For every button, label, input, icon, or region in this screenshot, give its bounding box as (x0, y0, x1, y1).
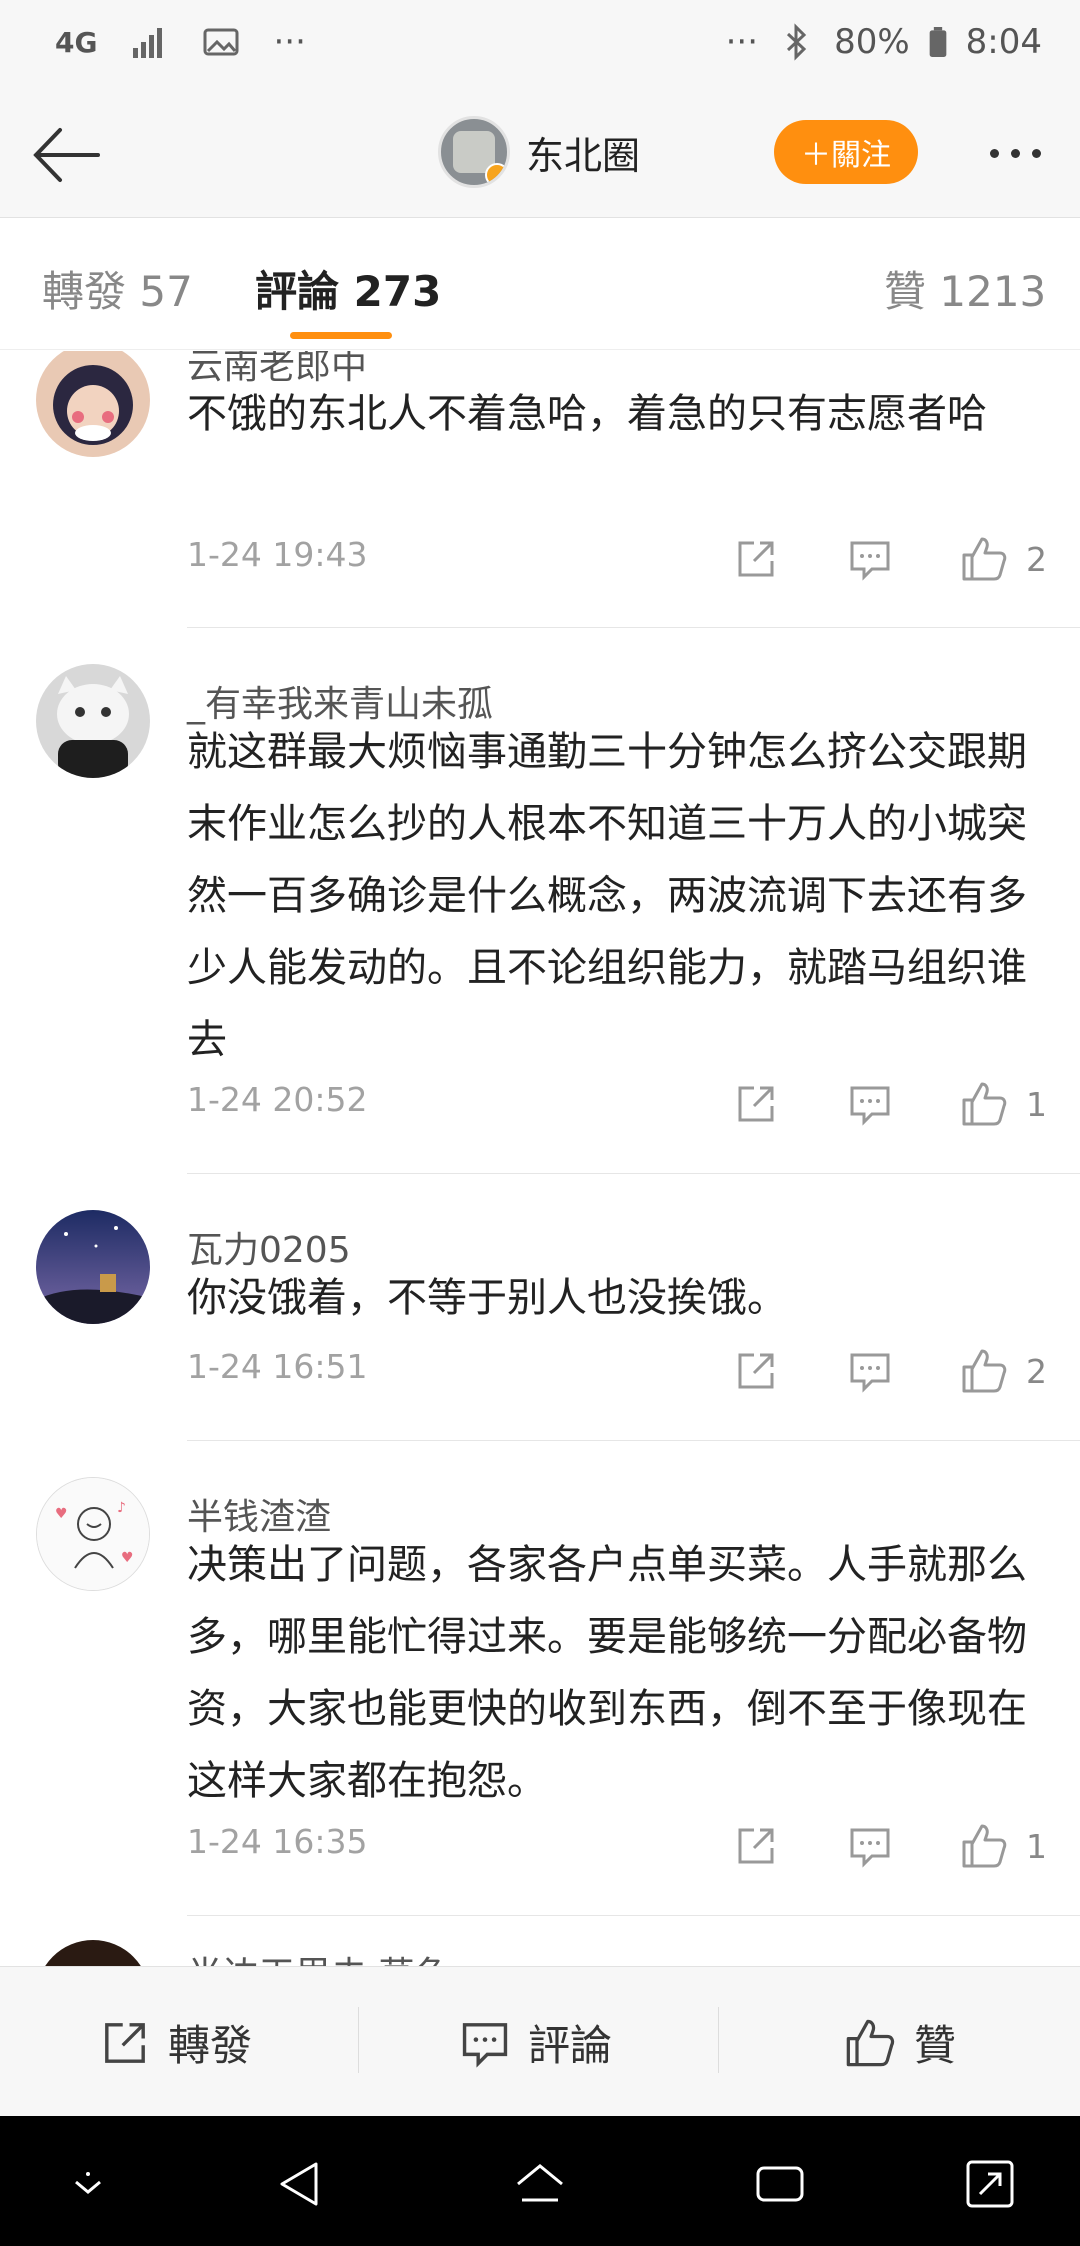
comment-text: 你没饿着，不等于别人也没挨饿。 (187, 1275, 787, 1321)
like-icon[interactable] (956, 531, 1012, 587)
comment-icon (462, 2022, 508, 2068)
like-count: 2 (1026, 1351, 1047, 1391)
more-status-icon: ··· (725, 22, 759, 62)
expand-icon[interactable] (962, 2156, 1018, 2212)
share-icon[interactable] (728, 1076, 784, 1132)
like-icon[interactable] (956, 1343, 1012, 1399)
avatar[interactable]: ♥ ♥ ♪ (36, 1477, 150, 1591)
like-button[interactable]: 贊 (844, 2012, 956, 2073)
time-label: 8:04 (965, 22, 1042, 62)
reply-icon[interactable] (842, 1076, 898, 1132)
tab-comments[interactable]: 評論 273 (255, 258, 441, 319)
comment-actions: 2 (728, 531, 1047, 587)
network-label: 4G (55, 25, 98, 59)
svg-text:♥: ♥ (55, 1506, 68, 1522)
divider (187, 1915, 1080, 1916)
divider (187, 1440, 1080, 1441)
more-dots-icon[interactable] (975, 128, 1055, 178)
divider (718, 2007, 719, 2073)
like-count: 1 (1026, 1826, 1047, 1866)
status-bar: 4G ··· ··· 80% 8:04 (0, 0, 1080, 90)
like-icon (846, 2019, 895, 2066)
comment-text: 不饿的东北人不着急哈，着急的只有志愿者哈 (187, 391, 987, 437)
bluetooth-icon (787, 23, 807, 61)
avatar[interactable] (36, 1210, 150, 1324)
avatar[interactable] (36, 1940, 150, 1966)
share-icon[interactable] (728, 1343, 784, 1399)
comment-time: 1-24 16:51 (187, 1347, 368, 1386)
divider (358, 2007, 359, 2073)
signal-icon (133, 28, 163, 58)
reply-icon[interactable] (842, 1818, 898, 1874)
image-icon (203, 28, 239, 56)
recent-apps-icon[interactable] (752, 2156, 808, 2212)
comment-actions: 1 (728, 1818, 1047, 1874)
more-status-icon: ··· (273, 22, 306, 62)
comment-text: 就这群最大烦恼事通勤三十分钟怎么挤公交跟期末作业怎么抄的人根本不知道三十万人的小… (187, 729, 1027, 1063)
comment-text: 决策出了问题，各家各户点单买菜。人手就那么多，哪里能忙得过来。要是能够统一分配必… (187, 1542, 1027, 1804)
verified-badge-icon (485, 163, 507, 185)
tab-likes[interactable]: 贊 1213 (884, 258, 1046, 319)
like-icon[interactable] (956, 1818, 1012, 1874)
like-icon[interactable] (956, 1076, 1012, 1132)
divider (187, 1173, 1080, 1174)
share-icon[interactable] (728, 531, 784, 587)
tab-bar: 轉發 57 評論 273 贊 1213 (0, 218, 1080, 350)
comment-time: 1-24 20:52 (187, 1080, 368, 1119)
like-count: 1 (1026, 1084, 1047, 1124)
bottom-action-bar: 轉發 評論 贊 (0, 1966, 1080, 2116)
reply-icon[interactable] (842, 531, 898, 587)
comment-actions: 2 (728, 1343, 1047, 1399)
comment-time: 1-24 16:35 (187, 1822, 368, 1861)
repost-button[interactable]: 轉發 (100, 2012, 252, 2073)
reply-icon[interactable] (842, 1343, 898, 1399)
avatar[interactable] (36, 351, 150, 457)
back-triangle-icon[interactable] (272, 2156, 328, 2212)
comment-actions: 1 (728, 1076, 1047, 1132)
comment-time: 1-24 19:43 (187, 535, 368, 574)
comment-button[interactable]: 評論 (460, 2012, 612, 2073)
svg-text:♥: ♥ (121, 1550, 134, 1566)
active-tab-indicator (290, 332, 392, 339)
arrow-left-icon[interactable] (28, 120, 108, 190)
comment-username[interactable]: 半边天里去 草鱼 (187, 1946, 450, 1966)
system-nav-bar (0, 2116, 1080, 2246)
header: 东北圈 ＋關注 (0, 90, 1080, 218)
like-count: 2 (1026, 539, 1047, 579)
svg-text:♪: ♪ (117, 1500, 126, 1516)
home-icon[interactable] (512, 2156, 568, 2212)
title-area[interactable]: 东北圈 (438, 116, 640, 188)
battery-percent: 80% (834, 22, 910, 62)
share-icon (105, 2022, 145, 2063)
comment-list[interactable]: 云南老郎中 不饿的东北人不着急哈，着急的只有志愿者哈 1-24 19:43 2 (0, 351, 1080, 1966)
tab-repost[interactable]: 轉發 57 (42, 258, 193, 319)
account-avatar[interactable] (438, 116, 510, 188)
chevron-down-icon[interactable] (60, 2156, 116, 2212)
divider (187, 627, 1080, 628)
follow-button[interactable]: ＋關注 (774, 120, 918, 184)
avatar[interactable] (36, 664, 150, 778)
share-icon[interactable] (728, 1818, 784, 1874)
battery-icon (929, 27, 946, 57)
page-title: 东北圈 (526, 133, 641, 178)
